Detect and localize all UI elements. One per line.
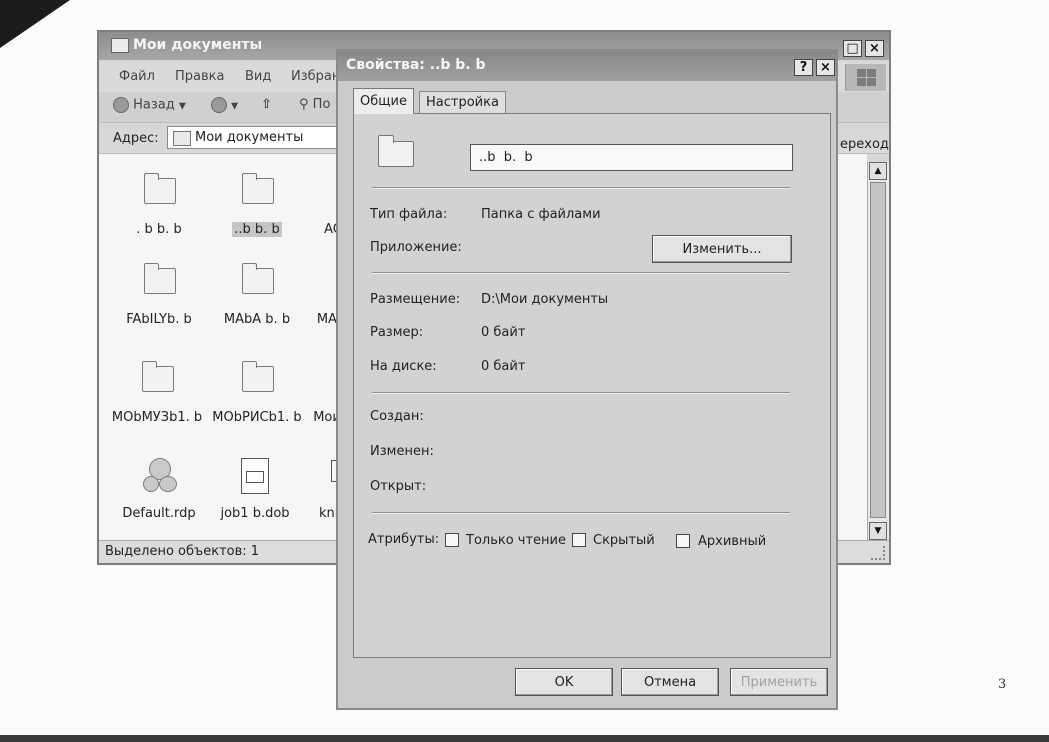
size-on-disk-label: На диске: bbox=[370, 359, 437, 374]
scan-bottom-edge bbox=[0, 735, 1049, 742]
location-label: Размещение: bbox=[370, 292, 461, 307]
file-type-value: Папка с файлами bbox=[481, 207, 601, 222]
cancel-button[interactable]: Отмена bbox=[621, 668, 719, 696]
chevron-down-icon: ▼ bbox=[231, 101, 239, 112]
forward-arrow-icon bbox=[211, 97, 227, 113]
back-arrow-icon bbox=[113, 97, 129, 113]
status-text: Выделено объектов: 1 bbox=[105, 544, 260, 559]
menu-view[interactable]: Вид bbox=[245, 69, 271, 84]
application-label: Приложение: bbox=[370, 240, 462, 255]
tab-general[interactable]: Общие bbox=[353, 88, 414, 114]
scroll-up-arrow-icon[interactable]: ▲ bbox=[869, 162, 887, 180]
address-label: Адрес: bbox=[113, 131, 159, 146]
divider bbox=[372, 392, 790, 394]
hidden-checkbox[interactable] bbox=[572, 533, 586, 547]
opened-label: Открыт: bbox=[370, 479, 427, 494]
size-value: 0 байт bbox=[481, 325, 526, 340]
list-item[interactable]: MObMУЗb1. b bbox=[105, 354, 209, 434]
change-button[interactable]: Изменить... bbox=[652, 235, 792, 263]
item-label: Default.rdp bbox=[122, 506, 196, 521]
divider bbox=[372, 272, 790, 274]
readonly-label[interactable]: Только чтение bbox=[466, 533, 566, 548]
back-label: Назад bbox=[133, 97, 175, 113]
item-label: MObMУЗb1. b bbox=[111, 410, 203, 425]
divider bbox=[372, 187, 790, 189]
folder-icon bbox=[173, 131, 191, 146]
up-folder-button[interactable]: ⇧ bbox=[261, 97, 272, 117]
maximize-button[interactable]: □ bbox=[843, 40, 862, 57]
readonly-checkbox[interactable] bbox=[445, 533, 459, 547]
menu-file[interactable]: Файл bbox=[119, 69, 155, 84]
created-label: Создан: bbox=[370, 409, 424, 424]
menu-edit[interactable]: Правка bbox=[175, 69, 224, 84]
folder-icon bbox=[141, 361, 174, 392]
up-arrow-icon: ⇧ bbox=[261, 97, 272, 112]
page-number: 3 bbox=[998, 677, 1007, 692]
attributes-label: Атрибуты: bbox=[368, 532, 440, 547]
menu-favorites[interactable]: Избран bbox=[291, 69, 340, 84]
dialog-title-bar[interactable]: Свойства: ..b b. b ? × bbox=[338, 51, 836, 81]
apply-button[interactable]: Применить bbox=[730, 668, 828, 696]
folder-icon bbox=[143, 173, 176, 204]
tab-customize[interactable]: Настройка bbox=[419, 91, 506, 114]
folder-icon bbox=[241, 263, 274, 294]
divider bbox=[372, 512, 790, 514]
item-label: . b b. b bbox=[136, 222, 182, 237]
ok-button[interactable]: OK bbox=[515, 668, 613, 696]
properties-dialog: Свойства: ..b b. b ? × Общие Настройка Т… bbox=[336, 49, 838, 710]
folder-icon bbox=[377, 135, 414, 167]
archive-checkbox[interactable] bbox=[676, 534, 690, 548]
folder-name-input[interactable] bbox=[470, 144, 793, 171]
list-item[interactable]: . b b. b bbox=[107, 166, 211, 246]
folder-icon bbox=[241, 361, 274, 392]
folder-icon bbox=[241, 173, 274, 204]
dialog-close-button[interactable]: × bbox=[816, 59, 835, 76]
chevron-down-icon: ▼ bbox=[178, 101, 186, 112]
search-label: По bbox=[312, 97, 331, 112]
item-label: FAbILYb. b bbox=[126, 312, 192, 327]
size-on-disk-value: 0 байт bbox=[481, 359, 526, 374]
vertical-scrollbar[interactable]: ▲ ▼ bbox=[867, 162, 889, 540]
size-label: Размер: bbox=[370, 325, 424, 340]
list-item[interactable]: FAbILYb. b bbox=[107, 256, 211, 336]
scroll-down-arrow-icon[interactable]: ▼ bbox=[869, 522, 887, 540]
back-button[interactable]: Назад ▼ bbox=[113, 97, 186, 117]
location-value: D:\Мои документы bbox=[481, 292, 609, 307]
remote-desktop-icon bbox=[143, 458, 177, 492]
explorer-close-button[interactable]: × bbox=[865, 40, 884, 57]
search-button[interactable]: ⚲ По bbox=[299, 97, 330, 117]
windows-logo-icon bbox=[845, 64, 886, 91]
modified-label: Изменен: bbox=[370, 444, 434, 459]
hidden-label[interactable]: Скрытый bbox=[593, 533, 655, 548]
scroll-thumb[interactable] bbox=[870, 182, 886, 518]
forward-button[interactable]: ▼ bbox=[211, 97, 238, 117]
dialog-title: Свойства: ..b b. b bbox=[346, 57, 486, 73]
address-value: Мои документы bbox=[195, 130, 304, 145]
folder-window-icon bbox=[111, 38, 129, 53]
archive-label[interactable]: Архивный bbox=[698, 534, 766, 549]
search-icon: ⚲ bbox=[299, 97, 309, 112]
list-item[interactable]: Default.rdp bbox=[107, 450, 211, 530]
scan-corner-shadow bbox=[0, 0, 70, 48]
explorer-title: Мои документы bbox=[133, 37, 263, 53]
folder-icon bbox=[143, 263, 176, 294]
help-button[interactable]: ? bbox=[794, 59, 813, 76]
document-icon bbox=[241, 458, 269, 494]
file-type-label: Тип файла: bbox=[370, 207, 448, 222]
go-button[interactable]: ереход bbox=[840, 137, 889, 152]
general-tab-panel: Тип файла: Папка с файлами Приложение: И… bbox=[353, 113, 831, 658]
resize-grip-icon[interactable] bbox=[871, 546, 885, 560]
